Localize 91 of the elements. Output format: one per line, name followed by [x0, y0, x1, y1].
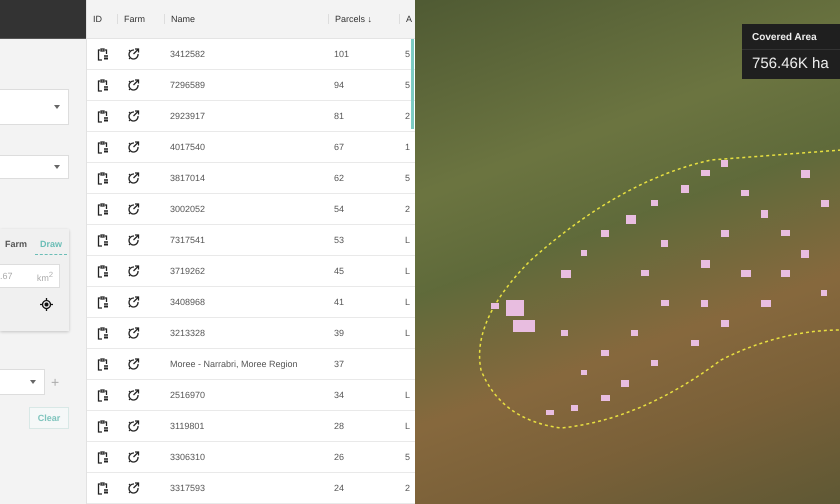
tag-icon[interactable]	[127, 482, 140, 494]
name-cell-text: 3317593	[169, 483, 206, 493]
parcels-cell-text: 26	[333, 452, 346, 462]
parcels-cell-text: 53	[333, 235, 346, 245]
dropdown-field[interactable]	[0, 89, 69, 125]
clipboard-icon[interactable]	[97, 388, 109, 402]
parcels-cell-text: 62	[333, 173, 346, 183]
parcels-cell-text: 54	[333, 204, 346, 214]
caret-icon	[54, 165, 60, 169]
table-cell-text: L	[404, 390, 411, 400]
name-cell-text: 3002052	[169, 204, 206, 214]
tag-icon[interactable]	[127, 326, 140, 340]
tag-icon[interactable]	[127, 388, 140, 402]
clipboard-icon[interactable]	[97, 78, 109, 92]
name-cell-text: 3408968	[169, 297, 206, 307]
column-header[interactable]: A	[399, 14, 411, 24]
clipboard-icon[interactable]	[97, 202, 109, 216]
parcels-cell-text: 41	[333, 297, 346, 307]
tag-icon[interactable]	[127, 78, 140, 92]
table-cell-text: 2	[404, 483, 411, 493]
caret-icon	[30, 380, 36, 384]
table-cell-text: 2	[404, 111, 411, 121]
clipboard-icon[interactable]	[97, 48, 109, 60]
tag-icon[interactable]	[127, 450, 140, 464]
name-cell-text: 3719262	[169, 266, 206, 276]
dropdown-field[interactable]	[0, 155, 69, 179]
table-cell-text: 5	[404, 452, 411, 462]
clipboard-icon[interactable]	[97, 296, 109, 308]
table-cell-text: 1	[404, 142, 411, 152]
parcels-cell-text: 34	[333, 390, 346, 400]
parcels-cell-text: 94	[333, 80, 346, 90]
name-cell-text: 3119801	[169, 421, 206, 431]
table-cell-text: 2	[404, 204, 411, 214]
clipboard-icon[interactable]	[97, 450, 109, 464]
column-header[interactable]: Parcels ↓	[328, 14, 399, 24]
caret-icon	[54, 105, 60, 109]
parcels-cell-text: 101	[333, 49, 350, 59]
clipboard-icon[interactable]	[97, 420, 109, 432]
locate-icon[interactable]	[40, 298, 53, 311]
tag-icon[interactable]	[127, 234, 140, 246]
covered-area-value: 756.46K ha	[751, 54, 830, 74]
column-header[interactable]: ID	[87, 14, 117, 24]
clipboard-icon[interactable]	[97, 172, 109, 184]
parcels-cell-text: 39	[333, 328, 346, 338]
tag-icon[interactable]	[127, 296, 140, 308]
parcels-cell-text: 67	[333, 142, 346, 152]
tag-icon[interactable]	[127, 140, 140, 154]
parcels-cell-text: 37	[333, 359, 346, 369]
name-cell-text: 7296589	[169, 80, 206, 90]
name-cell-text: 3213328	[169, 328, 206, 338]
name-cell-text: 4017540	[169, 142, 206, 152]
parcels-cell-text: 24	[333, 483, 346, 493]
table-cell-text: 5	[404, 49, 411, 59]
table-cell-text: L	[404, 235, 411, 245]
column-header[interactable]: Farm	[117, 14, 164, 24]
clipboard-icon[interactable]	[97, 264, 109, 278]
parcels-cell-text: 28	[333, 421, 346, 431]
tag-icon[interactable]	[127, 202, 140, 216]
table-cell-text: L	[404, 328, 411, 338]
clipboard-icon[interactable]	[97, 110, 109, 122]
clipboard-icon[interactable]	[97, 482, 109, 494]
tag-icon[interactable]	[127, 358, 140, 370]
covered-area-label: Covered Area	[742, 24, 840, 50]
name-cell-text: 3412582	[169, 49, 206, 59]
name-cell-text: 2923917	[169, 111, 206, 121]
clipboard-icon[interactable]	[97, 358, 109, 370]
name-cell-text: 3817014	[169, 173, 206, 183]
table-cell-text: L	[404, 266, 411, 276]
clipboard-icon[interactable]	[97, 234, 109, 246]
scrollbar-thumb[interactable]	[411, 39, 414, 129]
table-cell-text: 5	[404, 80, 411, 90]
tag-icon[interactable]	[127, 264, 140, 278]
table-cell-text: 5	[404, 173, 411, 183]
clipboard-icon[interactable]	[97, 326, 109, 340]
dropdown-field[interactable]	[0, 369, 45, 395]
tag-icon[interactable]	[127, 172, 140, 184]
name-cell-text: Moree - Narrabri, Moree Region	[169, 359, 299, 369]
tag-icon[interactable]	[127, 420, 140, 432]
tab[interactable]: Farm	[0, 237, 32, 255]
name-cell-text: 7317541	[169, 235, 206, 245]
name-cell-text: 3306310	[169, 452, 206, 462]
tag-icon[interactable]	[127, 110, 140, 122]
table-cell-text: L	[404, 421, 411, 431]
parcels-cell-text: 45	[333, 266, 346, 276]
table-cell-text: L	[404, 297, 411, 307]
tag-icon[interactable]	[127, 48, 140, 60]
name-cell-text: 2516970	[169, 390, 206, 400]
clipboard-icon[interactable]	[97, 140, 109, 154]
parcels-cell-text: 81	[333, 111, 346, 121]
satellite-map[interactable]: Covered Area 756.46K ha	[415, 0, 840, 504]
column-header[interactable]: Name	[164, 14, 328, 24]
